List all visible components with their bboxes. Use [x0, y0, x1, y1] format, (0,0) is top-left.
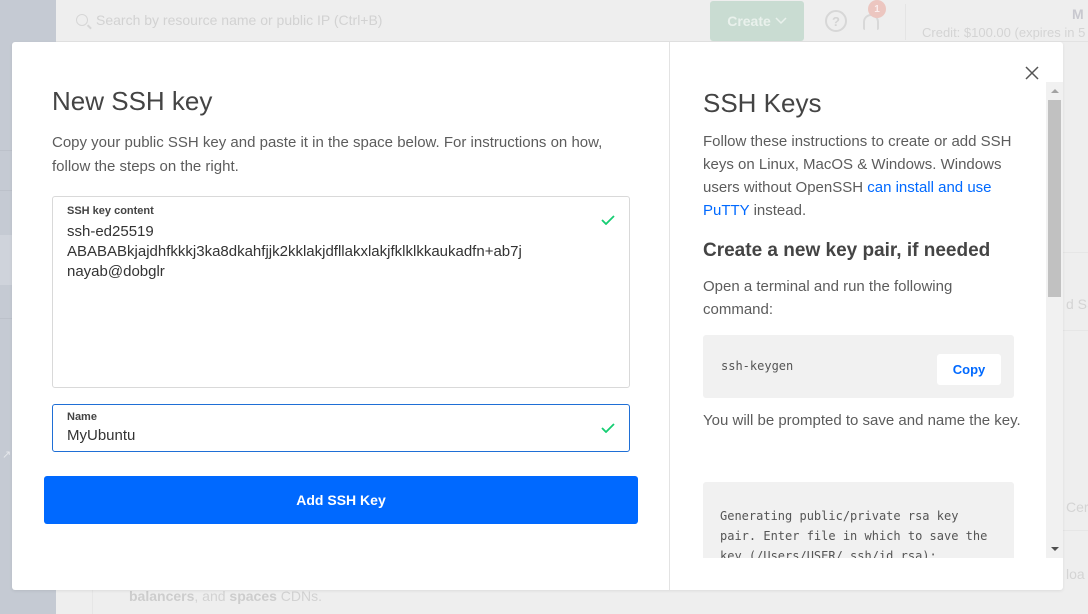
footer-text: CDNs.: [276, 588, 323, 604]
output-code-block: Generating public/private rsa key pair. …: [703, 482, 1014, 558]
background-footer-text: balancers, and spaces CDNs.: [129, 588, 322, 604]
step-text: Open a terminal and run the following co…: [703, 278, 953, 318]
close-icon[interactable]: [1023, 64, 1041, 82]
user-menu[interactable]: M: [1072, 6, 1084, 22]
intro-text-end: instead.: [749, 202, 807, 219]
name-input[interactable]: MyUbuntu: [67, 426, 587, 446]
bg-row-divider: [1063, 530, 1088, 531]
modal-title: New SSH key: [52, 86, 213, 116]
credit-text: Credit: $100.00 (expires in 5: [922, 25, 1086, 40]
output-text: Generating public/private rsa key pair. …: [720, 509, 988, 558]
footer-bold: spaces: [229, 588, 277, 604]
valid-check-icon: [601, 423, 615, 433]
help-intro: Follow these instructions to create or a…: [703, 130, 1023, 222]
section-title: Create a new key pair, if needed: [703, 240, 991, 261]
ssh-key-textarea[interactable]: ssh-ed25519 ABABABkjajdhfkkkj3ka8dkahfjj…: [67, 222, 587, 282]
notifications-bell-icon[interactable]: 1: [860, 0, 886, 34]
add-ssh-key-button[interactable]: Add SSH Key: [44, 476, 638, 524]
help-glyph: ?: [832, 13, 840, 29]
help-scroll-area[interactable]: SSH Keys Follow these instructions to cr…: [671, 82, 1047, 558]
global-search[interactable]: Search by resource name or public IP (Ct…: [76, 12, 382, 28]
bg-text-fragment: d SS: [1066, 296, 1088, 312]
scroll-down-arrow-icon[interactable]: [1046, 542, 1063, 556]
field-label: Name: [67, 411, 97, 423]
form-pane: New SSH key Copy your public SSH key and…: [12, 42, 670, 590]
step-text: You will be prompted to save and name th…: [703, 412, 1021, 429]
topbar-divider: [905, 4, 906, 40]
new-ssh-key-modal: New SSH key Copy your public SSH key and…: [12, 42, 1063, 590]
ssh-key-content-field[interactable]: SSH key content ssh-ed25519 ABABABkjajdh…: [52, 196, 630, 388]
search-placeholder: Search by resource name or public IP (Ct…: [96, 12, 383, 28]
help-icon[interactable]: ?: [825, 10, 847, 32]
create-button[interactable]: Create: [710, 1, 804, 41]
notification-badge: 1: [868, 0, 886, 18]
help-title: SSH Keys: [703, 88, 822, 118]
field-label: SSH key content: [67, 205, 154, 217]
bg-text-fragment: Cert: [1066, 499, 1088, 515]
bg-divider: [92, 590, 93, 614]
bg-text-fragment: loa: [1066, 566, 1085, 582]
footer-bold: balancers: [129, 588, 195, 604]
bg-row-divider: [1063, 252, 1088, 253]
footer-text: , and: [194, 588, 230, 604]
chevron-down-icon: [775, 17, 787, 25]
bg-row-divider: [1063, 330, 1088, 331]
create-label: Create: [727, 13, 771, 29]
command-text: ssh-keygen: [721, 359, 794, 373]
valid-check-icon: [601, 215, 615, 225]
scrollbar[interactable]: [1046, 82, 1063, 558]
help-pane: SSH Keys Follow these instructions to cr…: [671, 42, 1063, 590]
command-code-block: ssh-keygen Copy: [703, 335, 1014, 398]
external-link-icon[interactable]: ↗: [2, 448, 11, 461]
modal-description: Copy your public SSH key and paste it in…: [52, 134, 603, 175]
copy-button[interactable]: Copy: [937, 354, 1001, 385]
scrollbar-thumb[interactable]: [1048, 100, 1061, 297]
search-icon: [76, 14, 88, 26]
scroll-up-arrow-icon[interactable]: [1046, 84, 1063, 98]
name-field[interactable]: Name MyUbuntu: [52, 404, 630, 452]
